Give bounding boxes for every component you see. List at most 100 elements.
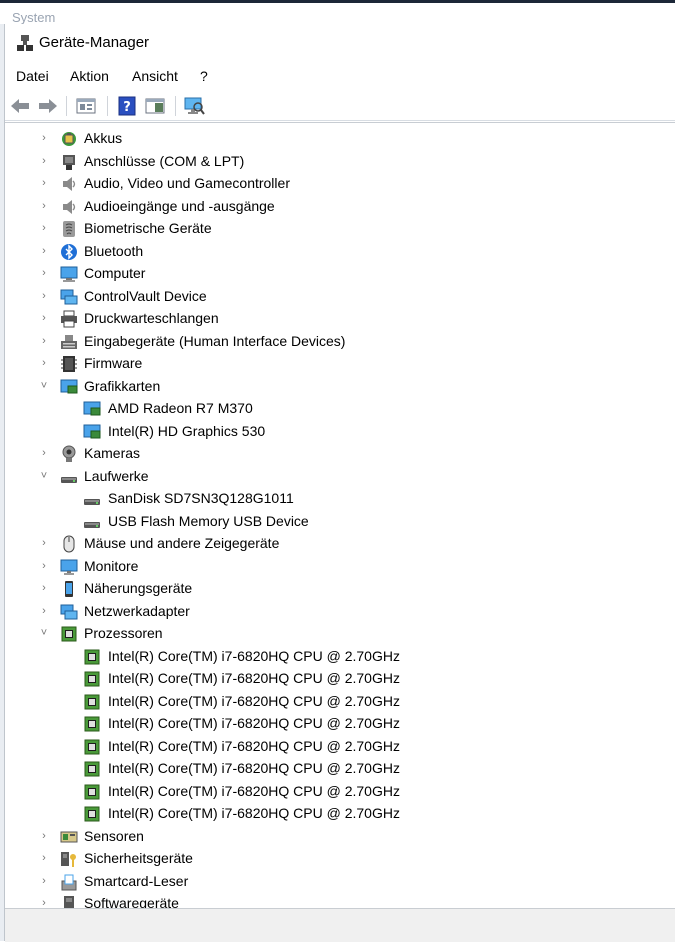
processor-icon bbox=[84, 784, 100, 799]
tree-device-row[interactable]: Intel(R) Core(TM) i7-6820HQ CPU @ 2.70GH… bbox=[5, 758, 675, 780]
status-bar bbox=[5, 908, 675, 942]
tree-category-label: Monitore bbox=[84, 557, 139, 574]
properties-icon[interactable] bbox=[75, 95, 97, 117]
phone-icon bbox=[65, 581, 73, 597]
chevron-down-icon[interactable]: ˅ bbox=[38, 627, 50, 639]
tree-category-row[interactable]: › Druckwarteschlangen bbox=[5, 308, 675, 330]
tree-device-row[interactable]: Intel(R) Core(TM) i7-6820HQ CPU @ 2.70GH… bbox=[5, 668, 675, 690]
title-bar[interactable]: Geräte-Manager bbox=[5, 24, 675, 62]
device-manager-window: Geräte-Manager Datei Aktion Ansicht ? ? bbox=[4, 24, 675, 942]
tree-category-row[interactable]: › Eingabegeräte (Human Interface Devices) bbox=[5, 331, 675, 353]
chevron-right-icon[interactable]: › bbox=[38, 875, 50, 887]
tree-device-label: Intel(R) HD Graphics 530 bbox=[108, 422, 266, 439]
tree-device-row[interactable]: USB Flash Memory USB Device bbox=[5, 511, 675, 533]
chevron-right-icon[interactable]: › bbox=[38, 357, 50, 369]
forward-arrow-icon[interactable] bbox=[37, 95, 59, 117]
chevron-right-icon[interactable]: › bbox=[38, 177, 50, 189]
menu-help[interactable]: ? bbox=[200, 68, 208, 84]
tree-category-row[interactable]: ˅ Grafikkarten bbox=[5, 376, 675, 398]
chevron-right-icon[interactable]: › bbox=[38, 605, 50, 617]
tree-device-row[interactable]: Intel(R) Core(TM) i7-6820HQ CPU @ 2.70GH… bbox=[5, 691, 675, 713]
tree-category-row[interactable]: › Sensoren bbox=[5, 826, 675, 848]
tree-device-label: Intel(R) Core(TM) i7-6820HQ CPU @ 2.70GH… bbox=[108, 805, 400, 821]
tree-category-label: Mäuse und andere Zeigegeräte bbox=[84, 535, 280, 551]
disk-drive-icon bbox=[84, 521, 100, 528]
tree-device-row[interactable]: Intel(R) Core(TM) i7-6820HQ CPU @ 2.70GH… bbox=[5, 803, 675, 825]
scan-hardware-icon[interactable] bbox=[183, 95, 205, 117]
help-icon[interactable]: ? bbox=[116, 95, 138, 117]
chevron-right-icon[interactable]: › bbox=[38, 312, 50, 324]
chevron-right-icon[interactable]: › bbox=[38, 560, 50, 572]
tree-category-row[interactable]: › Smartcard-Leser bbox=[5, 871, 675, 893]
tree-device-row[interactable]: SanDisk SD7SN3Q128G1011 bbox=[5, 488, 675, 510]
tree-category-label: Näherungsgeräte bbox=[84, 580, 193, 596]
tree-category-label: Druckwarteschlangen bbox=[84, 310, 219, 326]
window-title: Geräte-Manager bbox=[39, 34, 150, 51]
chevron-right-icon[interactable]: › bbox=[38, 335, 50, 347]
tree-device-label: Intel(R) Core(TM) i7-6820HQ CPU @ 2.70GH… bbox=[108, 760, 400, 776]
chevron-down-icon[interactable]: ˅ bbox=[38, 380, 50, 392]
tree-device-row[interactable]: Intel(R) Core(TM) i7-6820HQ CPU @ 2.70GH… bbox=[5, 646, 675, 668]
tree-device-row[interactable]: Intel(R) Core(TM) i7-6820HQ CPU @ 2.70GH… bbox=[5, 781, 675, 803]
tree-category-row[interactable]: › Näherungsgeräte bbox=[5, 578, 675, 600]
keyboard-icon bbox=[61, 334, 77, 349]
tree-category-label: Firmware bbox=[84, 355, 143, 371]
chevron-right-icon[interactable]: › bbox=[38, 852, 50, 864]
toolbar: ? bbox=[5, 92, 675, 121]
chevron-right-icon[interactable]: › bbox=[38, 155, 50, 167]
tree-device-label: AMD Radeon R7 M370 bbox=[108, 400, 253, 416]
back-arrow-icon[interactable] bbox=[9, 95, 31, 117]
chevron-right-icon[interactable]: › bbox=[38, 200, 50, 212]
tree-device-row[interactable]: Intel(R) HD Graphics 530 bbox=[5, 421, 675, 443]
processor-icon bbox=[84, 649, 100, 664]
tree-category-row[interactable]: › ControlVault Device bbox=[5, 286, 675, 308]
tree-category-row[interactable]: › Biometrische Geräte bbox=[5, 218, 675, 240]
tree-category-row[interactable]: › Netzwerkadapter bbox=[5, 601, 675, 623]
tree-category-row[interactable]: › Akkus bbox=[5, 128, 675, 150]
tree-device-row[interactable]: Intel(R) Core(TM) i7-6820HQ CPU @ 2.70GH… bbox=[5, 736, 675, 758]
chevron-right-icon[interactable]: › bbox=[38, 222, 50, 234]
display-adapter-icon bbox=[60, 379, 78, 393]
tree-category-row[interactable]: ˅ Laufwerke bbox=[5, 466, 675, 488]
monitor-icon bbox=[60, 559, 78, 575]
menu-aktion[interactable]: Aktion bbox=[70, 68, 109, 84]
tree-category-row[interactable]: › Anschlüsse (COM & LPT) bbox=[5, 151, 675, 173]
tree-device-row[interactable]: Intel(R) Core(TM) i7-6820HQ CPU @ 2.70GH… bbox=[5, 713, 675, 735]
bluetooth-icon bbox=[61, 243, 77, 260]
tree-device-label: Intel(R) Core(TM) i7-6820HQ CPU @ 2.70GH… bbox=[108, 737, 400, 754]
smartcard-reader-icon bbox=[61, 874, 77, 890]
processor-icon bbox=[84, 739, 100, 754]
tree-category-row[interactable]: › Computer bbox=[5, 263, 675, 285]
chevron-right-icon[interactable]: › bbox=[38, 830, 50, 842]
tree-category-label: Netzwerkadapter bbox=[84, 602, 190, 619]
tree-category-row[interactable]: › Softwaregeräte bbox=[5, 893, 675, 909]
chevron-right-icon[interactable]: › bbox=[38, 290, 50, 302]
menu-ansicht[interactable]: Ansicht bbox=[132, 68, 178, 84]
display-adapter-icon bbox=[83, 401, 101, 416]
chevron-right-icon[interactable]: › bbox=[38, 245, 50, 257]
tree-category-row[interactable]: › Audioeingänge und -ausgänge bbox=[5, 196, 675, 218]
menu-datei[interactable]: Datei bbox=[16, 68, 49, 84]
tree-category-row[interactable]: › Mäuse und andere Zeigegeräte bbox=[5, 533, 675, 555]
tree-category-row[interactable]: › Firmware bbox=[5, 353, 675, 375]
chevron-right-icon[interactable]: › bbox=[38, 132, 50, 144]
chevron-down-icon[interactable]: ˅ bbox=[38, 470, 50, 482]
toolbar-separator bbox=[175, 96, 176, 116]
printer-icon bbox=[61, 310, 77, 328]
chevron-right-icon[interactable]: › bbox=[38, 267, 50, 279]
tree-category-row[interactable]: › Bluetooth bbox=[5, 241, 675, 263]
tree-category-row[interactable]: › Monitore bbox=[5, 556, 675, 578]
tree-category-row[interactable]: › Kameras bbox=[5, 443, 675, 465]
software-device-icon bbox=[64, 896, 74, 909]
view-icon[interactable] bbox=[144, 95, 166, 117]
chevron-right-icon[interactable]: › bbox=[38, 582, 50, 594]
tree-category-row[interactable]: › Sicherheitsgeräte bbox=[5, 848, 675, 870]
tree-device-row[interactable]: AMD Radeon R7 M370 bbox=[5, 398, 675, 420]
tree-category-row[interactable]: ˅ Prozessoren bbox=[5, 623, 675, 645]
disk-drive-icon bbox=[61, 476, 77, 483]
chevron-right-icon[interactable]: › bbox=[38, 447, 50, 459]
security-key-icon bbox=[61, 852, 76, 867]
chevron-right-icon[interactable]: › bbox=[38, 537, 50, 549]
tree-category-row[interactable]: › Audio, Video und Gamecontroller bbox=[5, 173, 675, 195]
fingerprint-icon bbox=[63, 221, 75, 237]
